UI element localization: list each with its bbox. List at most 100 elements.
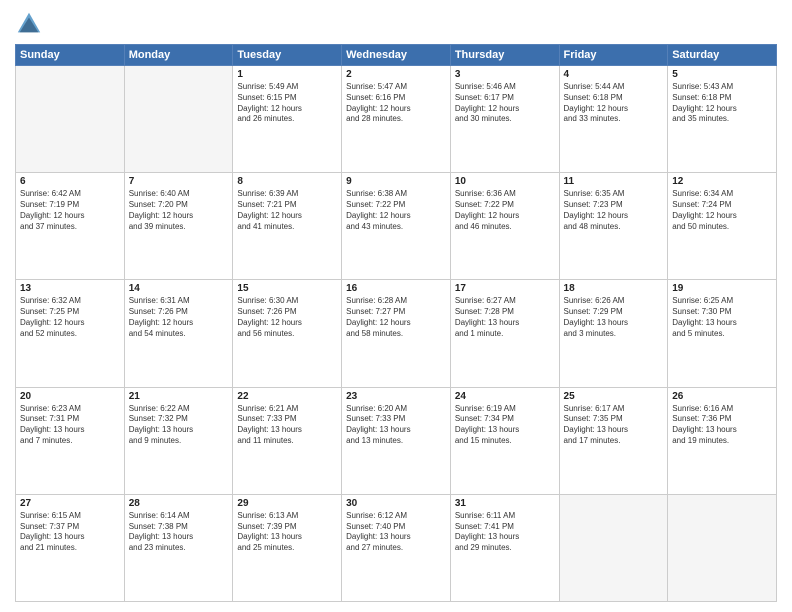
calendar-day-header: Saturday	[668, 45, 777, 66]
day-number: 23	[346, 391, 446, 402]
day-number: 27	[20, 498, 120, 509]
cell-content: Sunrise: 5:49 AM Sunset: 6:15 PM Dayligh…	[237, 82, 337, 125]
day-number: 9	[346, 176, 446, 187]
calendar-cell: 24 Sunrise: 6:19 AM Sunset: 7:34 PM Dayli…	[450, 387, 559, 494]
cell-content: Sunrise: 6:19 AM Sunset: 7:34 PM Dayligh…	[455, 404, 555, 447]
cell-content: Sunrise: 6:25 AM Sunset: 7:30 PM Dayligh…	[672, 296, 772, 339]
day-number: 14	[129, 283, 229, 294]
cell-content: Sunrise: 6:12 AM Sunset: 7:40 PM Dayligh…	[346, 511, 446, 554]
cell-content: Sunrise: 6:22 AM Sunset: 7:32 PM Dayligh…	[129, 404, 229, 447]
cell-content: Sunrise: 6:28 AM Sunset: 7:27 PM Dayligh…	[346, 296, 446, 339]
calendar-header-row: SundayMondayTuesdayWednesdayThursdayFrid…	[16, 45, 777, 66]
day-number: 30	[346, 498, 446, 509]
cell-content: Sunrise: 6:32 AM Sunset: 7:25 PM Dayligh…	[20, 296, 120, 339]
calendar-cell: 8 Sunrise: 6:39 AM Sunset: 7:21 PM Daylig…	[233, 173, 342, 280]
day-number: 29	[237, 498, 337, 509]
cell-content: Sunrise: 5:43 AM Sunset: 6:18 PM Dayligh…	[672, 82, 772, 125]
calendar-cell	[124, 66, 233, 173]
day-number: 8	[237, 176, 337, 187]
calendar-cell	[668, 494, 777, 601]
header	[15, 10, 777, 38]
day-number: 13	[20, 283, 120, 294]
day-number: 12	[672, 176, 772, 187]
calendar-week-row: 27 Sunrise: 6:15 AM Sunset: 7:37 PM Dayli…	[16, 494, 777, 601]
day-number: 25	[564, 391, 664, 402]
cell-content: Sunrise: 6:15 AM Sunset: 7:37 PM Dayligh…	[20, 511, 120, 554]
logo-icon	[15, 10, 43, 38]
calendar-cell: 23 Sunrise: 6:20 AM Sunset: 7:33 PM Dayli…	[342, 387, 451, 494]
cell-content: Sunrise: 6:13 AM Sunset: 7:39 PM Dayligh…	[237, 511, 337, 554]
day-number: 15	[237, 283, 337, 294]
day-number: 19	[672, 283, 772, 294]
calendar-week-row: 6Sunrise: 6:42 AM Sunset: 7:19 PM Daylig…	[16, 173, 777, 280]
calendar-week-row: 20Sunrise: 6:23 AM Sunset: 7:31 PM Dayli…	[16, 387, 777, 494]
cell-content: Sunrise: 6:34 AM Sunset: 7:24 PM Dayligh…	[672, 189, 772, 232]
cell-content: Sunrise: 6:42 AM Sunset: 7:19 PM Dayligh…	[20, 189, 120, 232]
cell-content: Sunrise: 6:16 AM Sunset: 7:36 PM Dayligh…	[672, 404, 772, 447]
day-number: 1	[237, 69, 337, 80]
day-number: 16	[346, 283, 446, 294]
calendar-day-header: Thursday	[450, 45, 559, 66]
calendar-day-header: Monday	[124, 45, 233, 66]
calendar-cell: 10Sunrise: 6:36 AM Sunset: 7:22 PM Dayli…	[450, 173, 559, 280]
day-number: 20	[20, 391, 120, 402]
day-number: 7	[129, 176, 229, 187]
cell-content: Sunrise: 5:46 AM Sunset: 6:17 PM Dayligh…	[455, 82, 555, 125]
cell-content: Sunrise: 6:17 AM Sunset: 7:35 PM Dayligh…	[564, 404, 664, 447]
calendar-cell: 11 Sunrise: 6:35 AM Sunset: 7:23 PM Dayli…	[559, 173, 668, 280]
cell-content: Sunrise: 6:40 AM Sunset: 7:20 PM Dayligh…	[129, 189, 229, 232]
cell-content: Sunrise: 6:20 AM Sunset: 7:33 PM Dayligh…	[346, 404, 446, 447]
calendar-cell: 2 Sunrise: 5:47 AM Sunset: 6:16 PM Daylig…	[342, 66, 451, 173]
cell-content: Sunrise: 6:36 AM Sunset: 7:22 PM Dayligh…	[455, 189, 555, 232]
cell-content: Sunrise: 6:39 AM Sunset: 7:21 PM Dayligh…	[237, 189, 337, 232]
calendar-cell: 25 Sunrise: 6:17 AM Sunset: 7:35 PM Dayli…	[559, 387, 668, 494]
day-number: 31	[455, 498, 555, 509]
calendar-table: SundayMondayTuesdayWednesdayThursdayFrid…	[15, 44, 777, 602]
day-number: 11	[564, 176, 664, 187]
day-number: 2	[346, 69, 446, 80]
calendar-cell: 4 Sunrise: 5:44 AM Sunset: 6:18 PM Daylig…	[559, 66, 668, 173]
calendar-cell	[16, 66, 125, 173]
day-number: 22	[237, 391, 337, 402]
cell-content: Sunrise: 6:38 AM Sunset: 7:22 PM Dayligh…	[346, 189, 446, 232]
day-number: 4	[564, 69, 664, 80]
day-number: 28	[129, 498, 229, 509]
day-number: 24	[455, 391, 555, 402]
day-number: 18	[564, 283, 664, 294]
page: SundayMondayTuesdayWednesdayThursdayFrid…	[0, 0, 792, 612]
calendar-cell: 18 Sunrise: 6:26 AM Sunset: 7:29 PM Dayli…	[559, 280, 668, 387]
calendar-cell: 27 Sunrise: 6:15 AM Sunset: 7:37 PM Dayli…	[16, 494, 125, 601]
day-number: 3	[455, 69, 555, 80]
cell-content: Sunrise: 6:26 AM Sunset: 7:29 PM Dayligh…	[564, 296, 664, 339]
cell-content: Sunrise: 6:35 AM Sunset: 7:23 PM Dayligh…	[564, 189, 664, 232]
cell-content: Sunrise: 6:21 AM Sunset: 7:33 PM Dayligh…	[237, 404, 337, 447]
calendar-cell: 30 Sunrise: 6:12 AM Sunset: 7:40 PM Dayli…	[342, 494, 451, 601]
calendar-cell: 29 Sunrise: 6:13 AM Sunset: 7:39 PM Dayli…	[233, 494, 342, 601]
cell-content: Sunrise: 5:47 AM Sunset: 6:16 PM Dayligh…	[346, 82, 446, 125]
calendar-cell: 17Sunrise: 6:27 AM Sunset: 7:28 PM Dayli…	[450, 280, 559, 387]
day-number: 5	[672, 69, 772, 80]
calendar-day-header: Wednesday	[342, 45, 451, 66]
calendar-cell: 16 Sunrise: 6:28 AM Sunset: 7:27 PM Dayli…	[342, 280, 451, 387]
calendar-cell: 20Sunrise: 6:23 AM Sunset: 7:31 PM Dayli…	[16, 387, 125, 494]
cell-content: Sunrise: 6:31 AM Sunset: 7:26 PM Dayligh…	[129, 296, 229, 339]
calendar-cell: 15Sunrise: 6:30 AM Sunset: 7:26 PM Dayli…	[233, 280, 342, 387]
day-number: 21	[129, 391, 229, 402]
calendar-cell: 21 Sunrise: 6:22 AM Sunset: 7:32 PM Dayli…	[124, 387, 233, 494]
calendar-cell: 22 Sunrise: 6:21 AM Sunset: 7:33 PM Dayli…	[233, 387, 342, 494]
cell-content: Sunrise: 6:11 AM Sunset: 7:41 PM Dayligh…	[455, 511, 555, 554]
calendar-cell: 5 Sunrise: 5:43 AM Sunset: 6:18 PM Daylig…	[668, 66, 777, 173]
calendar-cell: 31 Sunrise: 6:11 AM Sunset: 7:41 PM Dayli…	[450, 494, 559, 601]
calendar-cell: 6Sunrise: 6:42 AM Sunset: 7:19 PM Daylig…	[16, 173, 125, 280]
calendar-week-row: 13 Sunrise: 6:32 AM Sunset: 7:25 PM Dayli…	[16, 280, 777, 387]
logo	[15, 10, 47, 38]
cell-content: Sunrise: 6:14 AM Sunset: 7:38 PM Dayligh…	[129, 511, 229, 554]
calendar-cell: 13 Sunrise: 6:32 AM Sunset: 7:25 PM Dayli…	[16, 280, 125, 387]
calendar-cell: 3 Sunrise: 5:46 AM Sunset: 6:17 PM Daylig…	[450, 66, 559, 173]
calendar-cell: 7 Sunrise: 6:40 AM Sunset: 7:20 PM Daylig…	[124, 173, 233, 280]
calendar-cell: 9 Sunrise: 6:38 AM Sunset: 7:22 PM Daylig…	[342, 173, 451, 280]
day-number: 17	[455, 283, 555, 294]
calendar-week-row: 1 Sunrise: 5:49 AM Sunset: 6:15 PM Daylig…	[16, 66, 777, 173]
cell-content: Sunrise: 5:44 AM Sunset: 6:18 PM Dayligh…	[564, 82, 664, 125]
calendar-cell: 12 Sunrise: 6:34 AM Sunset: 7:24 PM Dayli…	[668, 173, 777, 280]
